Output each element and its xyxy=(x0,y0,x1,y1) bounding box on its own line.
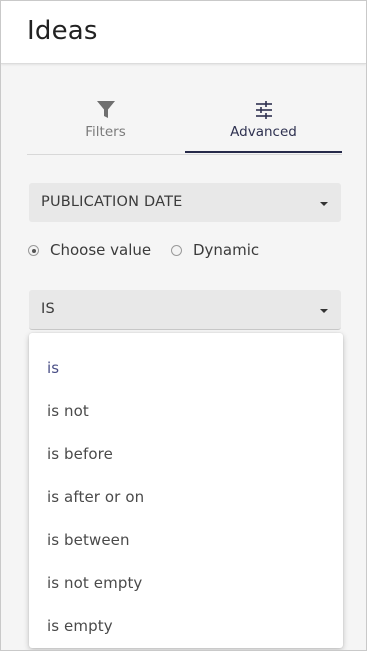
operator-option-is-empty[interactable]: is empty xyxy=(29,598,343,641)
ideas-panel: Ideas Filters Advanced PUBLICATION DATE … xyxy=(0,0,367,651)
operator-option-is-not[interactable]: is not xyxy=(29,383,343,426)
caret-down-icon xyxy=(320,202,328,206)
option-label: is not empty xyxy=(47,574,143,592)
option-label: is empty xyxy=(47,617,113,635)
operator-option-is-between[interactable]: is between xyxy=(29,512,343,555)
operator-dropdown-menu: is is not is before is after or on is be… xyxy=(29,333,343,648)
option-label: is after or on xyxy=(47,488,145,506)
operator-option-is-not-empty[interactable]: is not empty xyxy=(29,555,343,598)
operator-option-is-after-or-on[interactable]: is after or on xyxy=(29,469,343,512)
choose-value-radio[interactable]: Choose value xyxy=(28,241,153,261)
operator-select-value: IS xyxy=(41,301,55,317)
tab-advanced[interactable]: Advanced xyxy=(185,95,342,153)
dynamic-radio[interactable]: Dynamic xyxy=(171,241,266,261)
filter-icon xyxy=(96,101,115,118)
option-label: is before xyxy=(47,445,113,463)
radio-unselected-icon xyxy=(171,245,182,256)
operator-select[interactable]: IS xyxy=(29,290,341,330)
tab-advanced-label: Advanced xyxy=(230,124,297,140)
page-title: Ideas xyxy=(27,16,98,46)
option-label: is xyxy=(47,359,60,377)
tab-bar: Filters Advanced xyxy=(27,95,342,155)
tab-filters-label: Filters xyxy=(85,124,126,140)
caret-down-icon xyxy=(320,309,328,313)
field-select-value: PUBLICATION DATE xyxy=(41,194,183,210)
radio-selected-icon xyxy=(28,245,39,256)
dynamic-label: Dynamic xyxy=(193,241,260,259)
active-tab-indicator xyxy=(185,151,342,153)
operator-option-is-before[interactable]: is before xyxy=(29,426,343,469)
option-label: is not xyxy=(47,402,89,420)
operator-option-is[interactable]: is xyxy=(29,340,343,383)
option-label: is between xyxy=(47,531,130,549)
field-select[interactable]: PUBLICATION DATE xyxy=(29,183,341,222)
choose-value-label: Choose value xyxy=(50,241,152,259)
sliders-icon xyxy=(255,101,272,119)
tab-filters[interactable]: Filters xyxy=(27,95,184,153)
panel-header: Ideas xyxy=(1,1,366,64)
